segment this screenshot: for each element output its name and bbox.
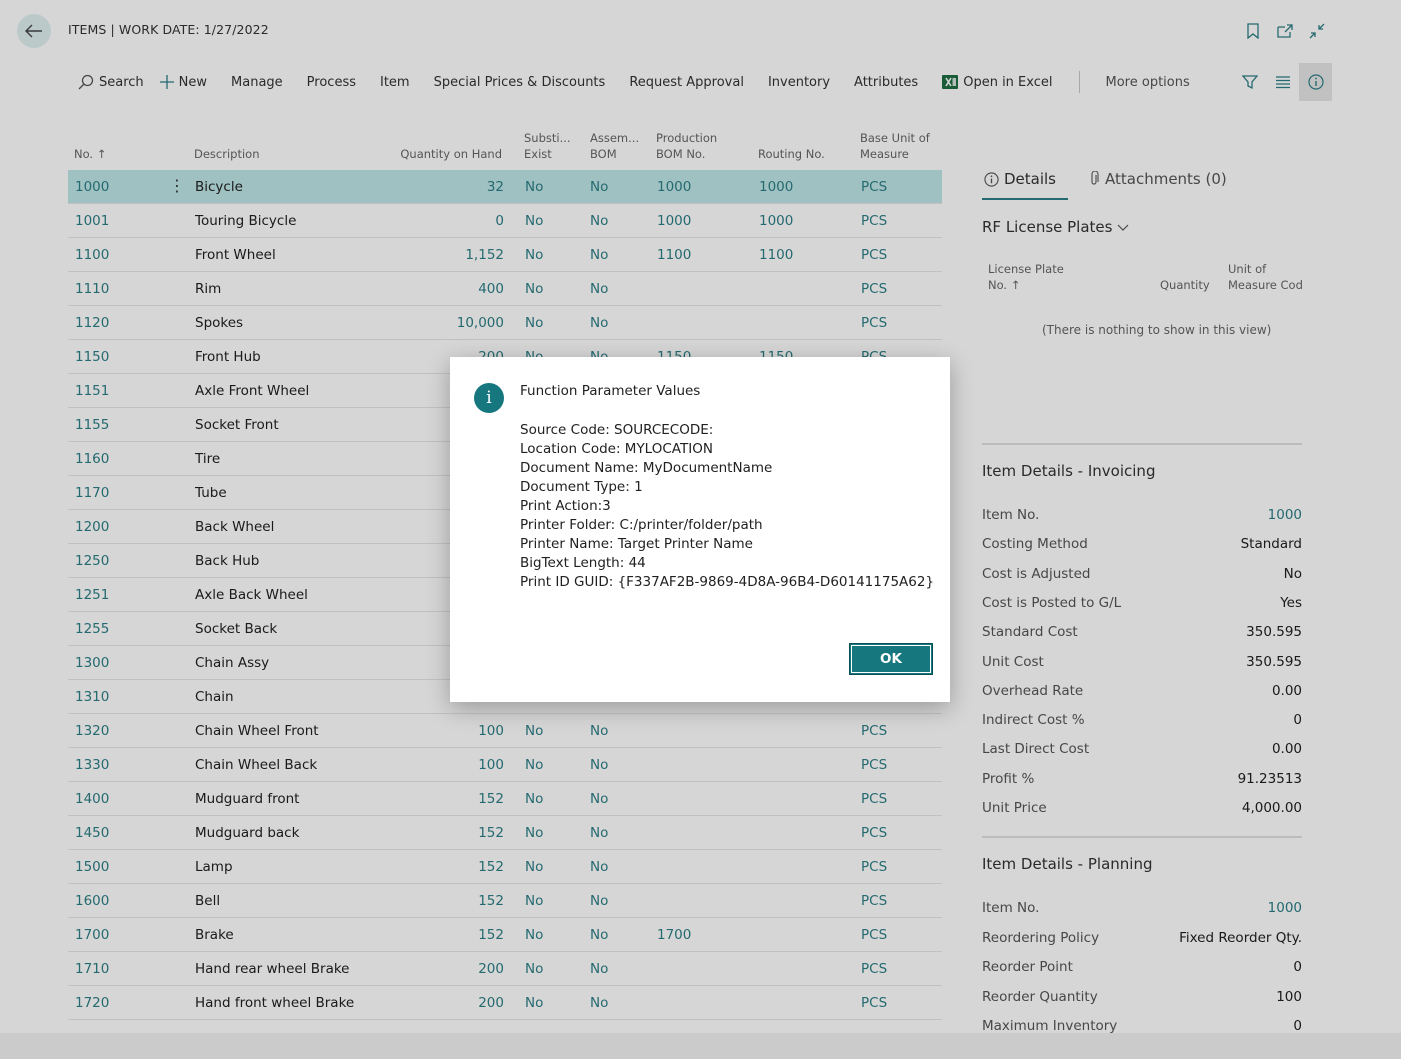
dialog-line: Printer Folder: C:/printer/folder/path [520,517,763,533]
info-icon: i [474,383,504,413]
function-parameter-dialog: i Function Parameter Values Source Code:… [450,357,950,702]
dialog-line: Document Name: MyDocumentName [520,460,773,476]
dialog-line: Printer Name: Target Printer Name [520,536,753,552]
dialog-line: BigText Length: 44 [520,555,646,571]
dialog-line: Print Action:3 [520,498,611,514]
page-bottom-bar [0,1033,1401,1059]
dialog-message: Source Code: SOURCECODE: Location Code: M… [520,421,934,592]
dialog-title: Function Parameter Values [520,383,701,399]
ok-button[interactable]: OK [849,643,933,675]
dialog-line: Print ID GUID: {F337AF2B-9869-4D8A-96B4-… [520,574,935,590]
dialog-line: Document Type: 1 [520,479,643,495]
dialog-line: Source Code: SOURCECODE: [520,422,714,438]
dialog-line: Location Code: MYLOCATION [520,441,713,457]
